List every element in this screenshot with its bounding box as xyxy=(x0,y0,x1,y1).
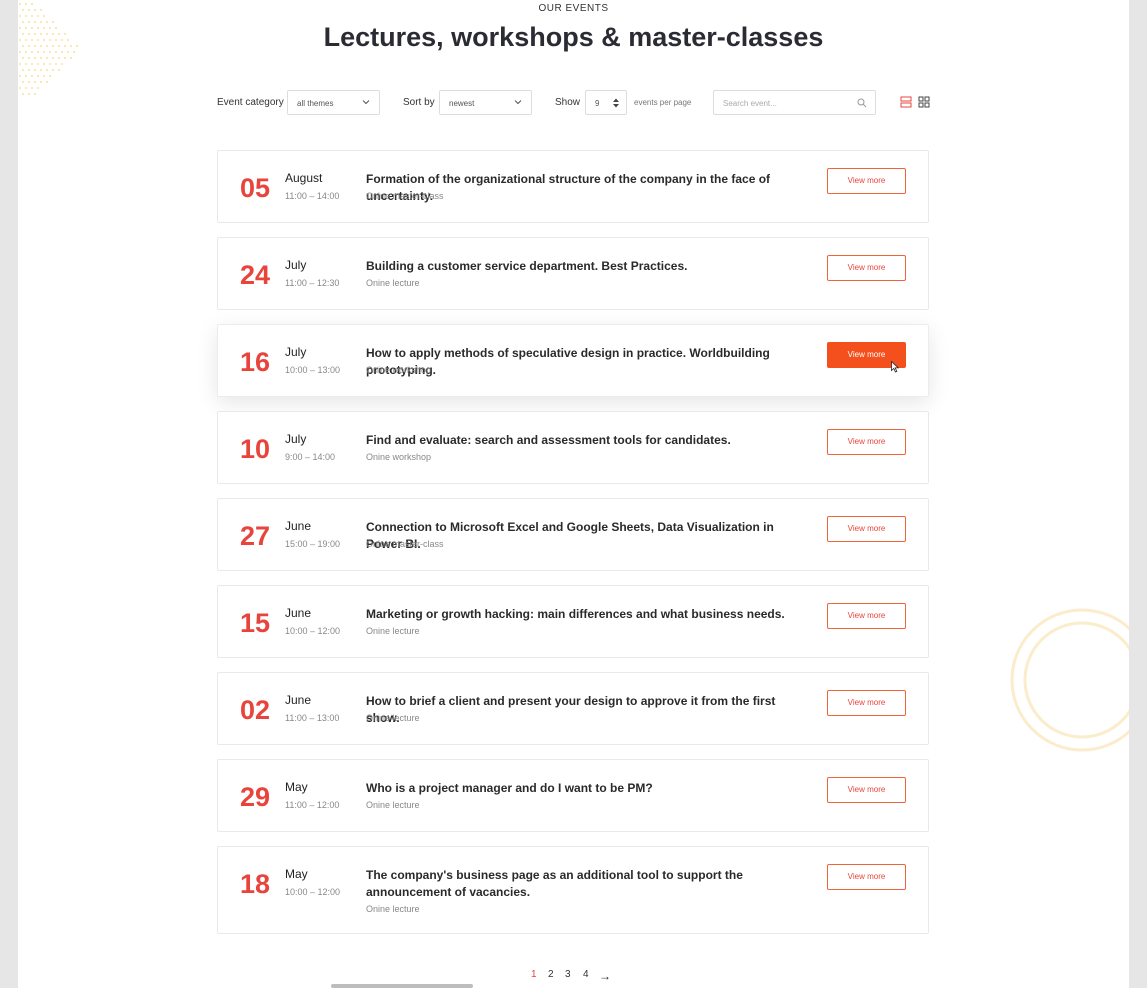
show-label: Show xyxy=(555,97,581,108)
event-card: 27 June 15:00 – 19:00 Connection to Micr… xyxy=(217,498,929,571)
event-card-active: 16 July 10:00 – 13:00 How to apply metho… xyxy=(217,324,929,397)
view-more-button[interactable]: View more xyxy=(827,429,906,455)
event-card: 10 July 9:00 – 14:00 Find and evaluate: … xyxy=(217,411,929,484)
grid-view-icon[interactable] xyxy=(918,96,930,108)
dots-decoration xyxy=(19,3,78,95)
view-more-button[interactable]: View more xyxy=(827,255,906,281)
event-card: 15 June 10:00 – 12:00 Marketing or growt… xyxy=(217,585,929,658)
event-time: 11:00 – 12:00 xyxy=(285,800,340,810)
page-content: OUR EVENTS Lectures, workshops & master-… xyxy=(18,0,1129,988)
per-page-label: events per page xyxy=(634,98,692,107)
search-placeholder: Search event... xyxy=(723,99,777,108)
view-more-button[interactable]: View more xyxy=(827,864,906,890)
filter-bar: Event category all themes Sort by newest… xyxy=(217,90,947,115)
event-card: 29 May 11:00 – 12:00 Who is a project ma… xyxy=(217,759,929,832)
event-type: Onine workshop xyxy=(366,452,432,462)
event-day: 05 xyxy=(240,173,271,203)
page-link-4[interactable]: 4 xyxy=(583,969,589,980)
mouse-cursor-icon xyxy=(891,361,899,373)
event-type: Onine lecture xyxy=(366,800,420,810)
event-type: Onine lecture xyxy=(366,626,420,636)
event-time: 11:00 – 14:00 xyxy=(285,191,340,201)
event-day: 10 xyxy=(240,434,271,464)
event-title[interactable]: Building a customer service department. … xyxy=(366,258,806,275)
next-page-arrow-icon[interactable]: → xyxy=(599,969,611,983)
event-title[interactable]: How to brief a client and present your d… xyxy=(366,693,806,727)
event-month: July xyxy=(285,258,307,272)
event-time: 15:00 – 19:00 xyxy=(285,539,341,549)
chevron-down-icon xyxy=(514,100,522,105)
rings-decoration xyxy=(1010,608,1129,752)
category-select-value: all themes xyxy=(297,99,334,108)
stepper-icon xyxy=(613,98,619,108)
view-more-button[interactable]: View more xyxy=(827,690,906,716)
event-type: Onine lecture xyxy=(366,904,420,914)
event-day: 29 xyxy=(240,782,271,812)
event-type: Onine lecture xyxy=(366,278,420,288)
sort-label: Sort by xyxy=(403,97,435,108)
search-input[interactable]: Search event... xyxy=(713,90,876,115)
event-day: 02 xyxy=(240,695,271,725)
view-more-button[interactable]: View more xyxy=(827,777,906,803)
event-card: 02 June 11:00 – 13:00 How to brief a cli… xyxy=(217,672,929,745)
event-month: August xyxy=(285,171,323,185)
event-month: May xyxy=(285,780,308,794)
list-view-icon[interactable] xyxy=(900,96,912,108)
event-time: 10:00 – 12:00 xyxy=(285,887,341,897)
view-more-button[interactable]: View more xyxy=(827,603,906,629)
event-type: Onine master-class xyxy=(366,191,444,201)
event-type: Onine master-class xyxy=(366,539,444,549)
event-card: 18 May 10:00 – 12:00 The company's busin… xyxy=(217,846,929,934)
page-link-1[interactable]: 1 xyxy=(531,969,537,980)
event-title[interactable]: Find and evaluate: search and assessment… xyxy=(366,432,806,449)
search-icon xyxy=(857,98,867,108)
event-title[interactable]: How to apply methods of speculative desi… xyxy=(366,345,806,379)
event-time: 11:00 – 12:30 xyxy=(285,278,340,288)
event-month: May xyxy=(285,867,308,881)
event-day: 15 xyxy=(240,608,271,638)
page-link-2[interactable]: 2 xyxy=(548,969,554,980)
category-label: Event category xyxy=(217,97,284,108)
event-card: 24 July 11:00 – 12:30 Building a custome… xyxy=(217,237,929,310)
horizontal-scrollbar[interactable] xyxy=(331,984,473,988)
event-time: 9:00 – 14:00 xyxy=(285,452,336,462)
event-day: 27 xyxy=(240,521,271,551)
page-title: Lectures, workshops & master-classes xyxy=(323,22,824,52)
per-page-value: 9 xyxy=(595,99,600,108)
category-select[interactable]: all themes xyxy=(287,90,380,115)
event-type: Onine workshop xyxy=(366,365,432,375)
event-time: 11:00 – 13:00 xyxy=(285,713,340,723)
sort-select[interactable]: newest xyxy=(439,90,532,115)
event-month: June xyxy=(285,606,312,620)
event-title[interactable]: Marketing or growth hacking: main differ… xyxy=(366,606,806,623)
per-page-stepper[interactable]: 9 xyxy=(585,90,627,115)
page-link-3[interactable]: 3 xyxy=(565,969,571,980)
section-eyebrow: OUR EVENTS xyxy=(538,3,609,14)
event-day: 16 xyxy=(240,347,271,377)
event-time: 10:00 – 12:00 xyxy=(285,626,341,636)
event-title[interactable]: Who is a project manager and do I want t… xyxy=(366,780,806,797)
chevron-down-icon xyxy=(362,100,370,105)
event-time: 10:00 – 13:00 xyxy=(285,365,341,375)
event-day: 24 xyxy=(240,260,271,290)
event-month: June xyxy=(285,519,312,533)
view-more-button[interactable]: View more xyxy=(827,516,906,542)
event-day: 18 xyxy=(240,869,271,899)
event-title[interactable]: The company's business page as an additi… xyxy=(366,867,806,901)
view-toggle xyxy=(893,90,941,115)
event-month: June xyxy=(285,693,312,707)
sort-select-value: newest xyxy=(449,99,475,108)
event-month: July xyxy=(285,432,307,446)
event-type: Onine lecture xyxy=(366,713,420,723)
event-card: 05 August 11:00 – 14:00 Formation of the… xyxy=(217,150,929,223)
view-more-button[interactable]: View more xyxy=(827,168,906,194)
event-month: July xyxy=(285,345,307,359)
